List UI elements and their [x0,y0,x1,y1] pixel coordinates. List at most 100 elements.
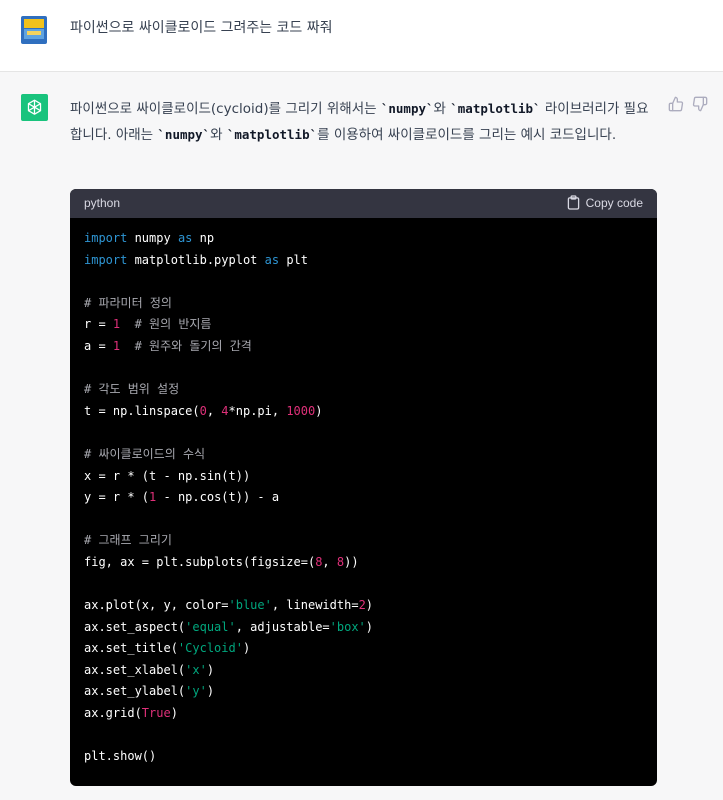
code-token: 'Cycloid' [177,641,243,656]
code-line: y = r * (1 - np.cos(t)) - a [84,487,643,509]
copy-code-button[interactable]: Copy code [567,195,643,210]
code-token: ax.set_aspect( [84,619,186,634]
clipboard-icon [567,195,580,210]
code-line: # 파라미터 정의 [84,293,643,315]
message-text-segment: 를 이용하여 싸이클로이드를 그리는 예시 코드입니다. [317,127,617,143]
code-token: 'x' [185,662,207,677]
code-line: import numpy as np [84,228,643,250]
code-token: as [264,252,280,267]
code-token: # 원의 반지름 [134,317,212,332]
code-token: 'blue' [228,598,272,613]
code-token: ) [365,598,374,613]
inline-code: `matplotlib` [450,101,541,116]
inline-code: `matplotlib` [226,127,318,142]
code-line: ax.set_title('Cycloid') [84,638,643,660]
code-line: ax.set_aspect('equal', adjustable='box') [84,617,643,639]
code-token: 4 [221,403,229,418]
user-message-row: 파이썬으로 싸이클로이드 그려주는 코드 짜줘 [0,0,723,72]
code-token: # 파라미터 정의 [84,295,172,310]
code-token: x = r * (t - np.sin(t)) [84,468,251,483]
code-token: *np.pi, [228,403,287,418]
code-line: ax.set_ylabel('y') [84,681,643,703]
code-token: t = np.linspace( [84,403,200,418]
inline-code: `numpy` [380,101,434,116]
code-token: ) [365,619,374,634]
code-line: import matplotlib.pyplot as plt [84,250,643,272]
message-text-segment: 와 [210,127,227,143]
thumbs-down-icon[interactable] [692,96,708,116]
code-token: a = [84,338,113,353]
code-token: ax.grid( [84,706,142,721]
code-token: fig, ax = plt.subplots(figsize=( [84,554,316,569]
code-token: 1000 [286,403,316,418]
code-token: True [141,706,171,721]
code-token: as [177,231,193,245]
code-token: # 각도 범위 설정 [84,382,180,397]
code-line: x = r * (t - np.sin(t)) [84,466,643,488]
code-token: ) [315,403,323,418]
code-token: - np.cos(t)) - a [156,490,280,505]
code-token: ) [206,662,215,677]
user-message-text: 파이썬으로 싸이클로이드 그려주는 코드 짜줘 [70,20,333,36]
code-line: r = 1 # 원의 반지름 [84,314,643,336]
assistant-message-text: 파이썬으로 싸이클로이드(cycloid)를 그리기 위해서는 `numpy`와… [70,96,655,148]
code-token: ) [206,684,215,699]
thumbs-up-icon[interactable] [668,96,684,116]
code-token: import [84,252,128,267]
code-token: 'box' [329,619,366,634]
message-text-segment: 와 [433,101,451,117]
code-line: # 각도 범위 설정 [84,379,643,401]
code-token: ) [242,641,251,656]
code-token: 2 [358,598,366,613]
inline-code: `numpy` [157,127,211,142]
code-token: import [84,231,128,245]
code-token: # 원주와 돌기의 간격 [134,338,252,353]
code-token: 0 [199,403,207,418]
code-token: , linewidth= [271,598,359,613]
code-token: 'equal' [185,619,236,634]
code-token: plt [279,252,308,267]
code-block-header: python Copy code [70,189,657,218]
code-token: ax.plot(x, y, color= [84,598,229,613]
code-language-label: python [84,196,121,210]
message-text-segment: 파이썬으로 싸이클로이드(cycloid)를 그리기 위해서는 [70,101,381,117]
code-token: r = [84,317,113,332]
code-line: ax.set_xlabel('x') [84,660,643,682]
code-token: # 그래프 그리기 [84,533,172,548]
code-line: plt.show() [84,746,643,768]
code-token: 'y' [185,684,207,699]
code-line: ax.grid(True) [84,703,643,725]
code-line: # 그래프 그리기 [84,530,643,552]
code-token: np [192,231,215,245]
code-line: fig, ax = plt.subplots(figsize=(8, 8)) [84,552,643,574]
code-block: python Copy code import numpy as np impor… [70,189,657,786]
code-token: numpy [127,231,178,245]
code-token: plt.show() [84,749,157,764]
code-token: ax.set_title( [84,641,178,656]
code-token: y = r * ( [84,490,150,505]
openai-logo-icon [21,94,48,121]
code-token: matplotlib.pyplot [127,252,265,267]
user-avatar [21,16,47,44]
code-line: ax.plot(x, y, color='blue', linewidth=2) [84,595,643,617]
code-token: , [322,554,337,569]
code-line: t = np.linspace(0, 4*np.pi, 1000) [84,401,643,423]
code-line: # 싸이클로이드의 수식 [84,444,643,466]
code-token: ax.set_ylabel( [84,684,186,699]
code-token: ) [170,706,178,721]
code-content: import numpy as np import matplotlib.pypl… [84,228,643,768]
copy-code-label: Copy code [585,195,643,210]
code-token: )) [344,554,359,569]
code-token: , [206,403,222,418]
code-line: a = 1 # 원주와 돌기의 간격 [84,336,643,358]
code-token: , adjustable= [235,619,330,634]
code-token: # 싸이클로이드의 수식 [84,446,206,461]
